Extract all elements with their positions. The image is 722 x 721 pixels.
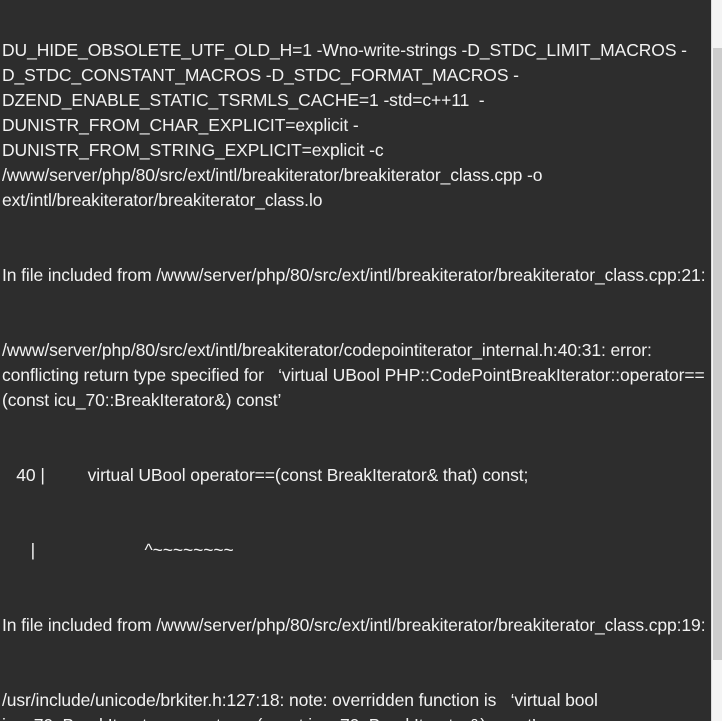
console-output-panel: DU_HIDE_OBSOLETE_UTF_OLD_H=1 -Wno-write-… [0, 0, 722, 721]
log-line: In file included from /www/server/php/80… [2, 265, 706, 285]
log-line: 40 | virtual UBool operator==(const Brea… [2, 465, 529, 485]
log-line: /usr/include/unicode/brkiter.h:127:18: n… [2, 690, 598, 721]
log-line: In file included from /www/server/php/80… [2, 615, 706, 635]
vertical-scrollbar-thumb[interactable] [713, 48, 722, 660]
vertical-scrollbar[interactable] [711, 0, 722, 721]
log-line: | ^~~~~~~~~ [2, 540, 234, 560]
log-line: DU_HIDE_OBSOLETE_UTF_OLD_H=1 -Wno-write-… [2, 40, 687, 210]
console-log-text[interactable]: DU_HIDE_OBSOLETE_UTF_OLD_H=1 -Wno-write-… [0, 0, 711, 721]
log-line: /www/server/php/80/src/ext/intl/breakite… [2, 340, 705, 410]
